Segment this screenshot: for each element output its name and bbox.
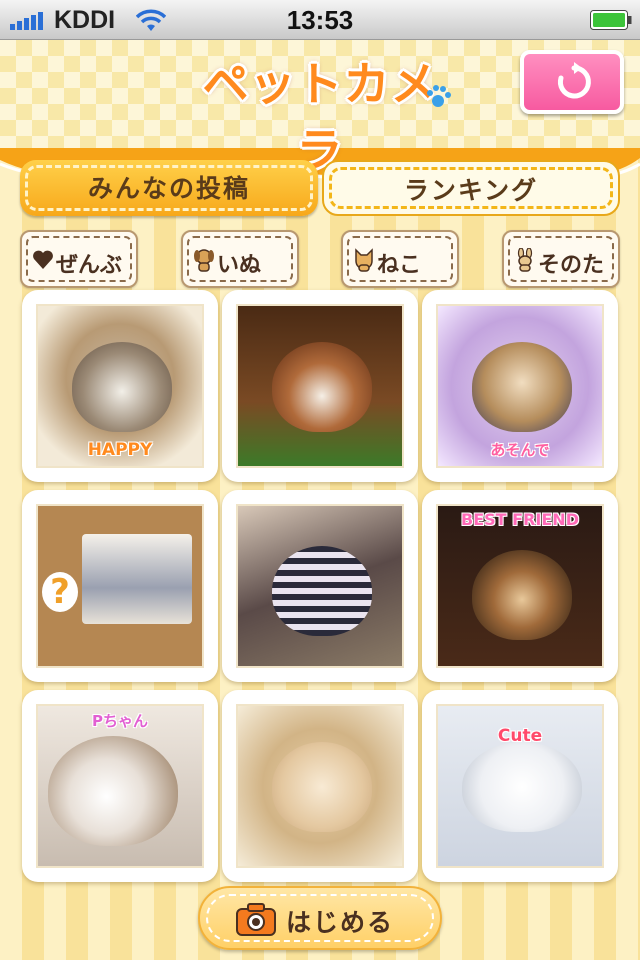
dog-photo-subject — [472, 342, 572, 432]
photo-caption: Cute — [497, 726, 543, 746]
photo-caption: BEST FRIEND — [461, 510, 579, 529]
start-button-label: はじめる — [286, 908, 395, 937]
clock-time: 13:53 — [286, 5, 354, 35]
filter-other-button[interactable]: そのた — [502, 230, 620, 288]
tab-everyone-posts[interactable]: みんなの投稿 — [20, 160, 318, 216]
tab-ranking-frame: ランキング — [329, 167, 613, 209]
pet-photo: Pちゃん — [36, 704, 204, 868]
cat-icon — [355, 248, 373, 272]
filter-dog-button[interactable]: いぬ — [181, 230, 299, 288]
photo-card[interactable] — [222, 290, 418, 482]
photo-card[interactable]: Cute — [422, 690, 618, 882]
filter-cat-label: ねこ — [377, 253, 422, 278]
photo-card[interactable]: Pちゃん — [22, 690, 218, 882]
photo-card[interactable]: BEST FRIEND — [422, 490, 618, 682]
tab-everyone-posts-frame: みんなの投稿 — [25, 165, 313, 211]
filter-dog-label: いぬ — [217, 253, 262, 278]
photo-card[interactable]: HAPPY — [22, 290, 218, 482]
cat-photo-subject — [48, 736, 178, 846]
tab-ranking-label: ランキング — [403, 176, 539, 205]
photo-caption: HAPPY — [87, 440, 153, 460]
status-bar: KDDI 13:53 — [0, 0, 640, 40]
dog-icon — [194, 249, 214, 272]
photo-caption: Pちゃん — [92, 712, 148, 730]
paw-icon — [427, 85, 451, 107]
rabbit-icon — [517, 248, 533, 272]
battery-icon — [590, 10, 632, 30]
pet-photo — [236, 704, 404, 868]
photo-card[interactable] — [222, 490, 418, 682]
cat-photo-subject — [462, 742, 582, 832]
dog-photo-subject — [272, 342, 372, 432]
camera-icon — [236, 903, 276, 936]
pet-photo: HAPPY — [36, 304, 204, 468]
pet-photo: ? — [36, 504, 204, 668]
cat-photo-subject — [72, 342, 172, 432]
filter-other-label: そのた — [538, 253, 605, 278]
app-header: ペットカメラ — [0, 40, 640, 179]
pet-photo: あそんで — [436, 304, 604, 468]
refresh-icon — [557, 62, 591, 99]
heart-icon — [33, 250, 53, 269]
tab-ranking[interactable]: ランキング — [322, 160, 620, 216]
pet-photo — [236, 304, 404, 468]
pet-photo: BEST FRIEND — [436, 504, 604, 668]
tab-everyone-posts-label: みんなの投稿 — [87, 174, 250, 203]
filter-all-label: ぜんぶ — [56, 253, 123, 278]
dog-photo-subject — [272, 742, 372, 832]
photo-card[interactable] — [222, 690, 418, 882]
photo-card[interactable]: ? — [22, 490, 218, 682]
filter-all-button[interactable]: ぜんぶ — [20, 230, 138, 288]
photo-caption: あそんで — [490, 441, 550, 459]
photo-card[interactable]: あそんで — [422, 290, 618, 482]
refresh-button[interactable] — [520, 50, 624, 114]
filter-cat-button[interactable]: ねこ — [341, 230, 459, 288]
dog-photo-subject — [272, 546, 372, 636]
photo-caption: ? — [42, 572, 78, 612]
cat-photo-subject — [82, 534, 192, 624]
pet-photo — [236, 504, 404, 668]
pet-photo: Cute — [436, 704, 604, 868]
dog-photo-subject — [472, 550, 572, 640]
start-button[interactable]: はじめる — [198, 886, 442, 950]
